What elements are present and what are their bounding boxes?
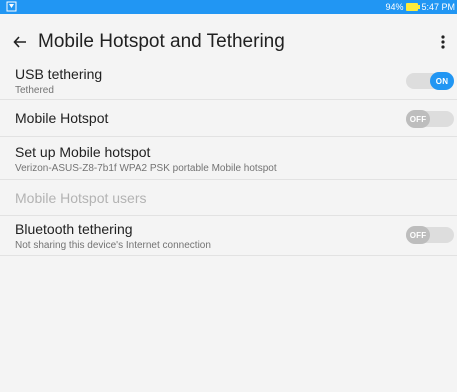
- status-bar: 94% 5:47 PM: [0, 0, 457, 14]
- usb-tethering-subtitle: Tethered: [15, 85, 54, 96]
- hotspot-users-row: Mobile Hotspot users: [0, 180, 457, 216]
- toggle-thumb-label: ON: [430, 72, 454, 90]
- battery-charging-icon: [406, 3, 421, 11]
- usb-debug-icon: [6, 1, 17, 12]
- page-title: Mobile Hotspot and Tethering: [38, 31, 285, 52]
- setup-hotspot-title: Set up Mobile hotspot: [15, 144, 151, 160]
- bluetooth-tethering-row[interactable]: Bluetooth tethering Not sharing this dev…: [0, 216, 457, 256]
- more-options-button[interactable]: [431, 28, 455, 56]
- hotspot-users-title: Mobile Hotspot users: [15, 190, 147, 206]
- setup-hotspot-row[interactable]: Set up Mobile hotspot Verizon-ASUS-Z8-7b…: [0, 137, 457, 180]
- mobile-hotspot-title: Mobile Hotspot: [15, 110, 109, 126]
- settings-list: USB tethering Tethered ON Mobile Hotspot…: [0, 58, 457, 256]
- usb-tethering-title: USB tethering: [15, 66, 103, 82]
- more-vert-icon: [441, 35, 445, 49]
- battery-percent: 94%: [385, 2, 404, 12]
- setup-hotspot-subtitle: Verizon-ASUS-Z8-7b1f WPA2 PSK portable M…: [15, 163, 277, 174]
- clock: 5:47 PM: [421, 2, 455, 12]
- bluetooth-tethering-title: Bluetooth tethering: [15, 221, 133, 237]
- bluetooth-tethering-toggle[interactable]: OFF: [406, 226, 454, 244]
- usb-tethering-row[interactable]: USB tethering Tethered ON: [0, 58, 457, 100]
- mobile-hotspot-toggle[interactable]: OFF: [406, 110, 454, 128]
- toggle-thumb-label: OFF: [406, 110, 430, 128]
- bluetooth-tethering-subtitle: Not sharing this device's Internet conne…: [15, 240, 211, 251]
- mobile-hotspot-row[interactable]: Mobile Hotspot OFF: [0, 100, 457, 137]
- back-button[interactable]: [6, 28, 34, 56]
- toggle-thumb-label: OFF: [406, 226, 430, 244]
- usb-tethering-toggle[interactable]: ON: [406, 72, 454, 90]
- arrow-back-icon: [13, 36, 26, 48]
